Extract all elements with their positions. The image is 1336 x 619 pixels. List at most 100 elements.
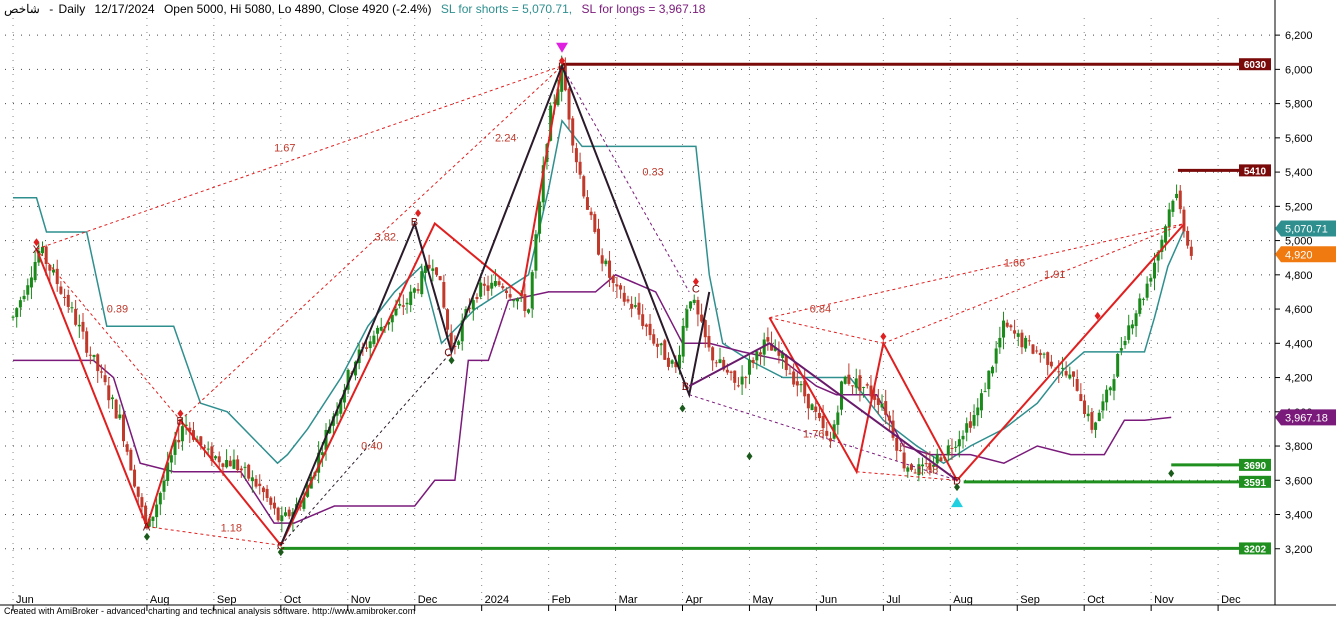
candle-body — [250, 477, 254, 482]
candle-body — [979, 393, 983, 411]
candle-body — [806, 393, 810, 409]
candle-body — [497, 281, 501, 286]
ratio-label: 2.24 — [495, 132, 516, 144]
candle-body — [1057, 371, 1061, 373]
candle-body — [405, 302, 409, 305]
harmonic-patterns — [35, 63, 1186, 548]
candle-body — [633, 305, 637, 307]
candle-body — [865, 384, 869, 386]
buy-arrow-icon — [950, 497, 963, 508]
x-tick-label: May — [752, 594, 773, 606]
y-tick-label: 5,200 — [1285, 201, 1313, 213]
candle-body — [471, 300, 475, 310]
candle-body — [906, 467, 910, 472]
x-tick-label: Feb — [552, 594, 571, 606]
candle-body — [527, 309, 531, 313]
candle-body — [177, 439, 181, 443]
candle-body — [59, 286, 63, 294]
candlesticks — [11, 55, 1193, 533]
candle-body — [788, 373, 792, 375]
candle-body — [486, 285, 490, 291]
x-tick-label: Nov — [1154, 594, 1174, 606]
candle-body — [843, 376, 847, 384]
candle-body — [99, 371, 103, 373]
candle-body — [118, 414, 122, 419]
candle-body — [1083, 400, 1087, 414]
candle-body — [103, 375, 107, 383]
candle-body — [258, 483, 262, 487]
ratio-label: 1.18 — [221, 523, 242, 535]
sl-longs-label: SL for longs = 3,967.18 — [581, 2, 706, 16]
candle-body — [895, 437, 899, 451]
candle-body — [88, 354, 92, 356]
candle-body — [740, 376, 744, 385]
candle-body — [714, 362, 718, 364]
candle-body — [523, 294, 527, 311]
candle-body — [365, 347, 369, 349]
candle-body — [29, 277, 33, 288]
dashed-line — [180, 65, 563, 421]
candle-body — [180, 426, 184, 442]
candle-body — [666, 357, 670, 367]
candle-body — [512, 300, 516, 302]
ohlc-label: Open 5000, Hi 5080, Lo 4890, Close 4920 … — [163, 2, 432, 16]
candle-body — [276, 507, 280, 521]
candle-body — [887, 415, 891, 421]
candle-body — [1094, 422, 1098, 430]
candle-body — [239, 468, 243, 471]
candle-body — [136, 486, 140, 497]
candle-body — [968, 421, 972, 428]
candle-body — [983, 391, 987, 393]
candle-body — [15, 308, 19, 318]
candle-body — [957, 439, 961, 447]
candle-body — [538, 201, 542, 234]
candle-body — [284, 512, 288, 516]
candle-body — [1049, 361, 1053, 367]
candle-body — [619, 285, 623, 290]
dashed-line — [769, 317, 884, 344]
candle-body — [825, 430, 829, 436]
candle-body — [1182, 209, 1186, 232]
candle-body — [401, 305, 405, 307]
y-tick-label: 3,800 — [1285, 441, 1313, 453]
y-tick-label: 4,800 — [1285, 270, 1313, 282]
pattern-point-label: C — [444, 347, 452, 359]
candle-body — [379, 326, 383, 331]
candle-body — [792, 371, 796, 385]
bottom-diamond-marker — [679, 404, 686, 413]
pattern-point-label: A — [143, 522, 151, 534]
y-tick-label: 4,200 — [1285, 373, 1313, 385]
candle-body — [876, 398, 880, 405]
candle-body — [398, 303, 402, 306]
ratio-label: 1.66 — [1004, 257, 1025, 269]
candle-body — [630, 303, 634, 309]
candle-body — [1186, 230, 1190, 246]
ratio-label: 0.33 — [642, 167, 663, 179]
candle-body — [884, 401, 888, 415]
candle-body — [1097, 412, 1101, 422]
candle-body — [1024, 337, 1028, 349]
candle-body — [998, 337, 1002, 348]
candle-body — [434, 267, 438, 275]
candle-body — [935, 454, 939, 464]
candle-body — [902, 452, 906, 469]
candle-body — [733, 370, 737, 383]
candle-body — [96, 354, 100, 372]
candle-body — [725, 369, 729, 373]
candle-body — [74, 308, 78, 325]
candle-body — [987, 370, 991, 390]
level-label: 5410 — [1244, 166, 1267, 177]
y-tick-label: 4,600 — [1285, 304, 1313, 316]
ratio-label: 0.39 — [107, 303, 128, 315]
candle-body — [265, 488, 269, 498]
candle-body — [692, 299, 696, 304]
candle-body — [593, 214, 597, 232]
candle-body — [1002, 320, 1006, 338]
sl-longs-line — [13, 273, 1172, 524]
candle-body — [1101, 401, 1105, 411]
x-tick-label: Dec — [1221, 594, 1241, 606]
candle-body — [810, 404, 814, 411]
candle-body — [63, 296, 67, 298]
candle-body — [40, 246, 44, 254]
candle-body — [637, 302, 641, 315]
